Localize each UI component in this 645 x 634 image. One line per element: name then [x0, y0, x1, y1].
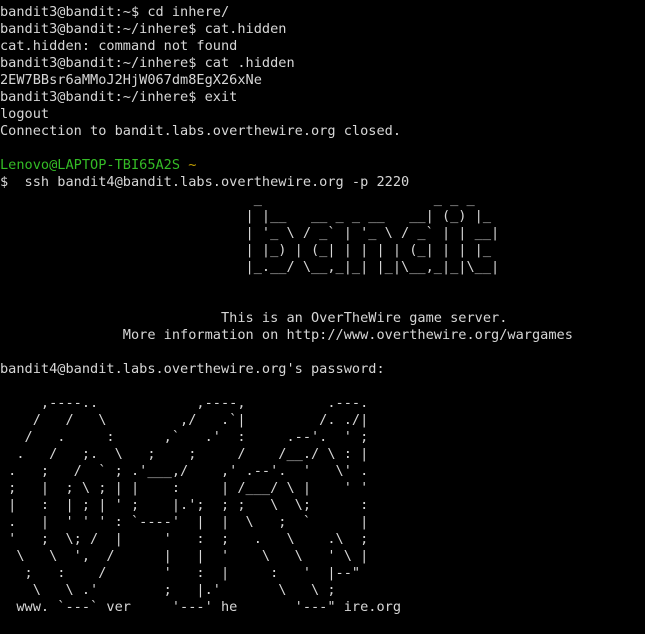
otw-banner-line: . ; / ` ; .'___,/ ,' .--'. ' \' . — [0, 463, 369, 479]
server-info-line: This is an OverTheWire game server. — [0, 310, 508, 326]
otw-banner-line: / / \ ,/ .`| /. ./| — [0, 412, 369, 428]
otw-banner-line: . / ;. \ ; ; / /__./ \ : | — [0, 446, 369, 462]
session-line: Connection to bandit.labs.overthewire.or… — [0, 123, 402, 139]
session-line: logout — [0, 106, 50, 122]
bandit-banner-line: | |__ __ _ _ __ __| (_) |_ — [0, 208, 492, 224]
otw-banner-line: \ \ ', / | | ' \ \ ' \ | — [0, 548, 369, 564]
prompt-path: ~ — [188, 157, 197, 173]
bandit-banner-line: |_.__/ \__,_|_| |_|\__,_|_|\__| — [0, 259, 500, 275]
bandit-banner-line: | |_) | (_| | | | | (_| | | |_ — [0, 242, 492, 258]
otw-banner-line: \ \ .' ; |.' \ \ ; — [0, 582, 336, 598]
otw-banner-line: | : | ; | ' ; |.'; ; ; \ \; : — [0, 497, 369, 513]
prompt-user-host: Lenovo@LAPTOP-TBI65A2S — [0, 157, 181, 173]
password-output-line: 2EW7BBsr6aMMoJ2HjW067dm8EgX26xNe — [0, 72, 262, 88]
server-info-line: More information on http://www.overthewi… — [0, 327, 573, 343]
otw-banner-line: ' ; \; / | ' : ; . \ .\ ; — [0, 531, 369, 547]
password-prompt: bandit4@bandit.labs.overthewire.org's pa… — [0, 361, 385, 377]
ssh-command: ssh bandit4@bandit.labs.overthewire.org … — [8, 174, 410, 190]
otw-banner-line: ; : / ' : | : ' |--" — [0, 565, 361, 581]
session-line: bandit3@bandit:~/inhere$ cat.hidden — [0, 21, 287, 37]
session-line: bandit3@bandit:~/inhere$ exit — [0, 89, 238, 105]
local-command-line: $ ssh bandit4@bandit.labs.overthewire.or… — [0, 174, 645, 191]
otw-banner-line: ,----.. ,----, .---. — [0, 395, 369, 411]
otw-banner-line: . | ' ' ' : `----' | | \ ; ` | — [0, 514, 369, 530]
prompt-symbol: $ — [0, 174, 9, 190]
otw-banner-line: ; | ; \ ; | | : | /___/ \ | ' ' — [0, 480, 369, 496]
otw-banner-line: / . : ,` .' : .--'. ' ; — [0, 429, 369, 445]
terminal-window[interactable]: bandit3@bandit:~$ cd inhere/ bandit3@ban… — [0, 0, 645, 634]
local-prompt-header: Lenovo@LAPTOP-TBI65A2S ~ — [0, 157, 645, 174]
session-line: cat.hidden: command not found — [0, 38, 238, 54]
session-line: bandit3@bandit:~$ cd inhere/ — [0, 4, 230, 20]
bandit-banner-line: _ _ _ _ — [0, 191, 475, 207]
bandit-banner-line: | '_ \ / _` | '_ \ / _` | | __| — [0, 225, 500, 241]
otw-banner-line: www. `---` ver '---' he '---" ire.org — [0, 599, 402, 615]
session-line: bandit3@bandit:~/inhere$ cat .hidden — [0, 55, 295, 71]
